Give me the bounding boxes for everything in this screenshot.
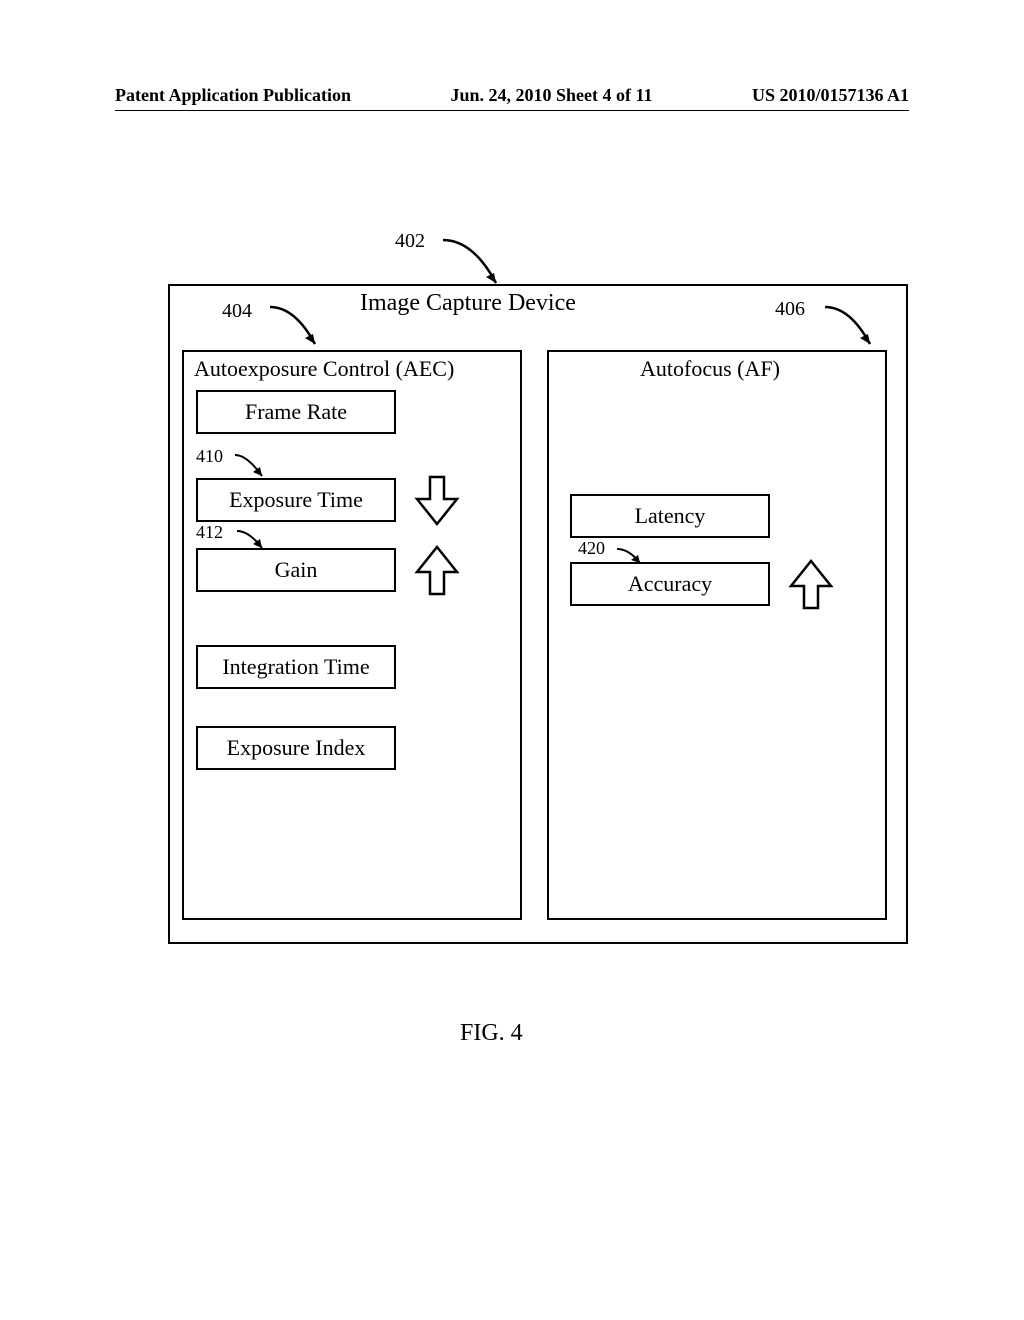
callout-label-402: 402 [395,230,425,253]
header-center: Jun. 24, 2010 Sheet 4 of 11 [450,85,652,106]
down-arrow-icon [412,474,462,529]
figure-caption: FIG. 4 [460,1020,523,1047]
exposure-time-label: Exposure Time [229,487,363,513]
accuracy-box: Accuracy [570,562,770,606]
aec-title: Autoexposure Control (AEC) [194,356,454,382]
exposure-index-box: Exposure Index [196,726,396,770]
exposure-index-label: Exposure Index [227,735,366,761]
callout-arrow-404 [265,302,325,352]
header-right: US 2010/0157136 A1 [752,85,909,106]
af-box [547,350,887,920]
frame-rate-box: Frame Rate [196,390,396,434]
callout-arrow-402 [438,235,508,290]
integration-time-label: Integration Time [222,654,369,680]
header-left: Patent Application Publication [115,85,351,106]
callout-label-406: 406 [775,298,805,321]
integration-time-box: Integration Time [196,645,396,689]
gain-label: Gain [275,557,318,583]
callout-label-412: 412 [196,522,223,543]
exposure-time-box: Exposure Time [196,478,396,522]
up-arrow-icon [412,544,462,599]
gain-box: Gain [196,548,396,592]
page-header: Patent Application Publication Jun. 24, … [0,85,1024,106]
header-rule [115,110,909,111]
callout-label-410: 410 [196,446,223,467]
latency-label: Latency [635,503,706,529]
callout-label-404: 404 [222,300,252,323]
frame-rate-label: Frame Rate [245,399,347,425]
aec-box [182,350,522,920]
accuracy-label: Accuracy [628,571,712,597]
device-title: Image Capture Device [360,290,576,317]
up-arrow-icon [786,558,836,613]
callout-label-420: 420 [578,538,605,559]
af-title: Autofocus (AF) [640,356,780,382]
callout-arrow-406 [820,302,880,352]
latency-box: Latency [570,494,770,538]
